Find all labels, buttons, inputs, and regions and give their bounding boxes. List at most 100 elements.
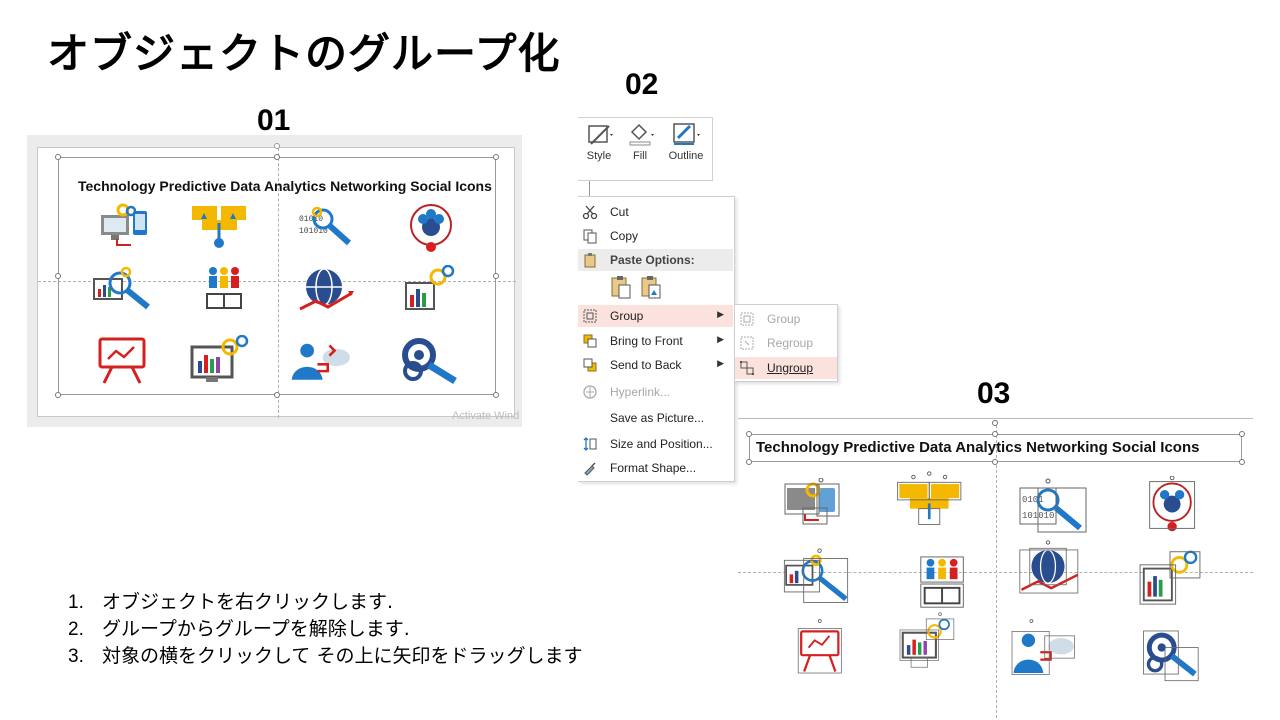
resize-handle[interactable] [274,154,280,160]
people-book-icon[interactable] [195,265,255,315]
menu-item-label: Bring to Front [610,334,683,348]
step-text: 対象の横をクリックして その上に矢印をドラッグします [102,645,583,667]
shape-fill-button[interactable]: Fill [619,122,661,162]
instruction-list: 1. オブジェクトを右クリックします. 2. グループからグループを解除します. 3… [68,589,582,670]
menu-item-send-to-back[interactable]: Send to Back ▶ [578,354,733,376]
binary-magnifier-icon[interactable]: 01010 101010 [297,203,357,253]
menu-item-label: Cut [610,205,629,219]
ungrouped-gears-magnifier-icon[interactable] [1134,626,1206,684]
resize-handle[interactable] [274,392,280,398]
format-shape-icon [584,462,596,476]
menu-item-format-shape[interactable]: Format Shape... [578,457,733,479]
resize-handle[interactable] [493,392,499,398]
submenu-arrow-icon: ▶ [717,358,724,368]
ungrouped-monitor-gears-icon[interactable] [893,612,965,670]
menu-item-label: Format Shape... [610,461,697,475]
resize-handle[interactable] [1239,459,1245,465]
ungrouped-globe-network-icon[interactable] [1012,540,1084,598]
menu-item-label: Hyperlink... [610,385,671,399]
drawing-format-ribbon: Style Fill Outline [578,117,713,181]
ungrouped-binary-magnifier-icon[interactable]: 0101 101010 [1018,478,1090,536]
menu-item-label: Group [767,312,801,326]
shape-outline-button[interactable]: Outline [662,122,710,162]
menu-item-label: Send to Back [610,358,682,372]
menu-item-label: Copy [610,229,639,243]
pencil-outline-icon [673,123,700,145]
step-label-02: 02 [625,68,659,101]
connector-line [589,181,590,197]
businessman-cloud-icon[interactable] [290,335,350,385]
resize-handle[interactable] [55,392,61,398]
menu-item-group[interactable]: Group ▶ [578,305,733,327]
submenu-item-ungroup[interactable]: Ungroup [735,357,837,379]
ungrouped-chart-gears-icon[interactable] [1134,548,1206,606]
instruction-step-3: 3. 対象の横をクリックして その上に矢印をドラッグします [68,643,582,670]
instruction-step-1: 1. オブジェクトを右クリックします. [68,589,582,616]
instruction-step-2: 2. グループからグループを解除します. [68,616,582,643]
paste-keep-formatting-icon[interactable] [610,275,632,299]
menu-item-size-and-position[interactable]: Size and Position... [578,433,733,455]
ungrouped-chart-magnifier-icon[interactable] [780,548,852,606]
resize-handle[interactable] [746,459,752,465]
fill-label: Fill [632,150,648,162]
context-menu: Cut Copy Paste Options: Group ▶ Bring to… [578,196,735,482]
rotate-handle[interactable] [274,143,280,149]
submenu-item-group[interactable]: Group [735,308,837,330]
menu-item-hyperlink[interactable]: Hyperlink... [578,381,733,403]
flowchart-icon[interactable] [190,203,250,253]
hyperlink-icon [583,385,597,399]
copy-icon [583,229,597,244]
menu-item-cut[interactable]: Cut [578,201,733,223]
activate-windows-watermark: Activate Wind [452,410,520,422]
outline-label: Outline [668,150,704,162]
resize-handle[interactable] [1239,431,1245,437]
ungroup-icon [740,361,754,375]
group-submenu: Group Regroup Ungroup [734,304,838,382]
chart-magnifier-icon[interactable] [92,265,152,315]
globe-network-icon[interactable] [296,265,356,315]
shape-style-button[interactable]: Style [578,122,620,162]
resize-handle[interactable] [493,154,499,160]
ungrouped-team-circle-icon[interactable] [1138,476,1210,534]
paste-as-picture-icon[interactable] [640,275,662,299]
monitor-tablet-gears-icon[interactable] [97,203,157,253]
gears-magnifier-icon[interactable] [399,335,459,385]
submenu-arrow-icon: ▶ [717,309,724,319]
monitor-gears-icon[interactable] [190,335,250,385]
ungrouped-flowchart-icon[interactable] [895,470,967,528]
resize-handle[interactable] [55,154,61,160]
rotate-handle[interactable] [992,420,998,426]
ungrouped-businessman-cloud-icon[interactable] [1008,618,1080,676]
ungrouped-monitor-tablet-icon[interactable] [783,478,855,536]
slide-top-edge [738,418,1253,419]
group-icon [583,309,597,323]
scissors-icon [582,205,598,220]
step-text: オブジェクトを右クリックします. [102,591,394,613]
resize-handle[interactable] [746,431,752,437]
submenu-item-regroup[interactable]: Regroup [735,332,837,354]
slide-title: Technology Predictive Data Analytics Net… [756,439,1200,456]
resize-handle[interactable] [992,459,998,465]
menu-item-copy[interactable]: Copy [578,225,733,247]
menu-item-label: Ungroup [767,361,814,375]
presentation-board-icon[interactable] [94,335,154,385]
step-label-01: 01 [257,104,291,137]
menu-header-paste-options: Paste Options: [578,249,733,271]
send-to-back-icon [583,358,597,372]
page-title: オブジェクトのグループ化 [47,29,561,78]
chart-gears-icon[interactable] [402,265,462,315]
resize-handle[interactable] [992,431,998,437]
paint-bucket-icon [629,123,654,146]
resize-handle[interactable] [55,273,61,279]
team-circle-icon[interactable] [401,203,461,253]
menu-item-label: Save as Picture... [610,411,705,425]
ungrouped-presentation-board-icon[interactable] [786,618,858,676]
menu-item-save-as-picture[interactable]: Save as Picture... [578,407,733,429]
clipboard-icon [584,253,596,268]
menu-item-bring-to-front[interactable]: Bring to Front ▶ [578,330,733,352]
ungrouped-people-book-icon[interactable] [908,555,980,613]
resize-handle[interactable] [493,273,499,279]
svg-text:0101: 0101 [1022,495,1044,505]
step-number: 1. [68,592,84,613]
menu-item-label: Group [610,309,644,323]
